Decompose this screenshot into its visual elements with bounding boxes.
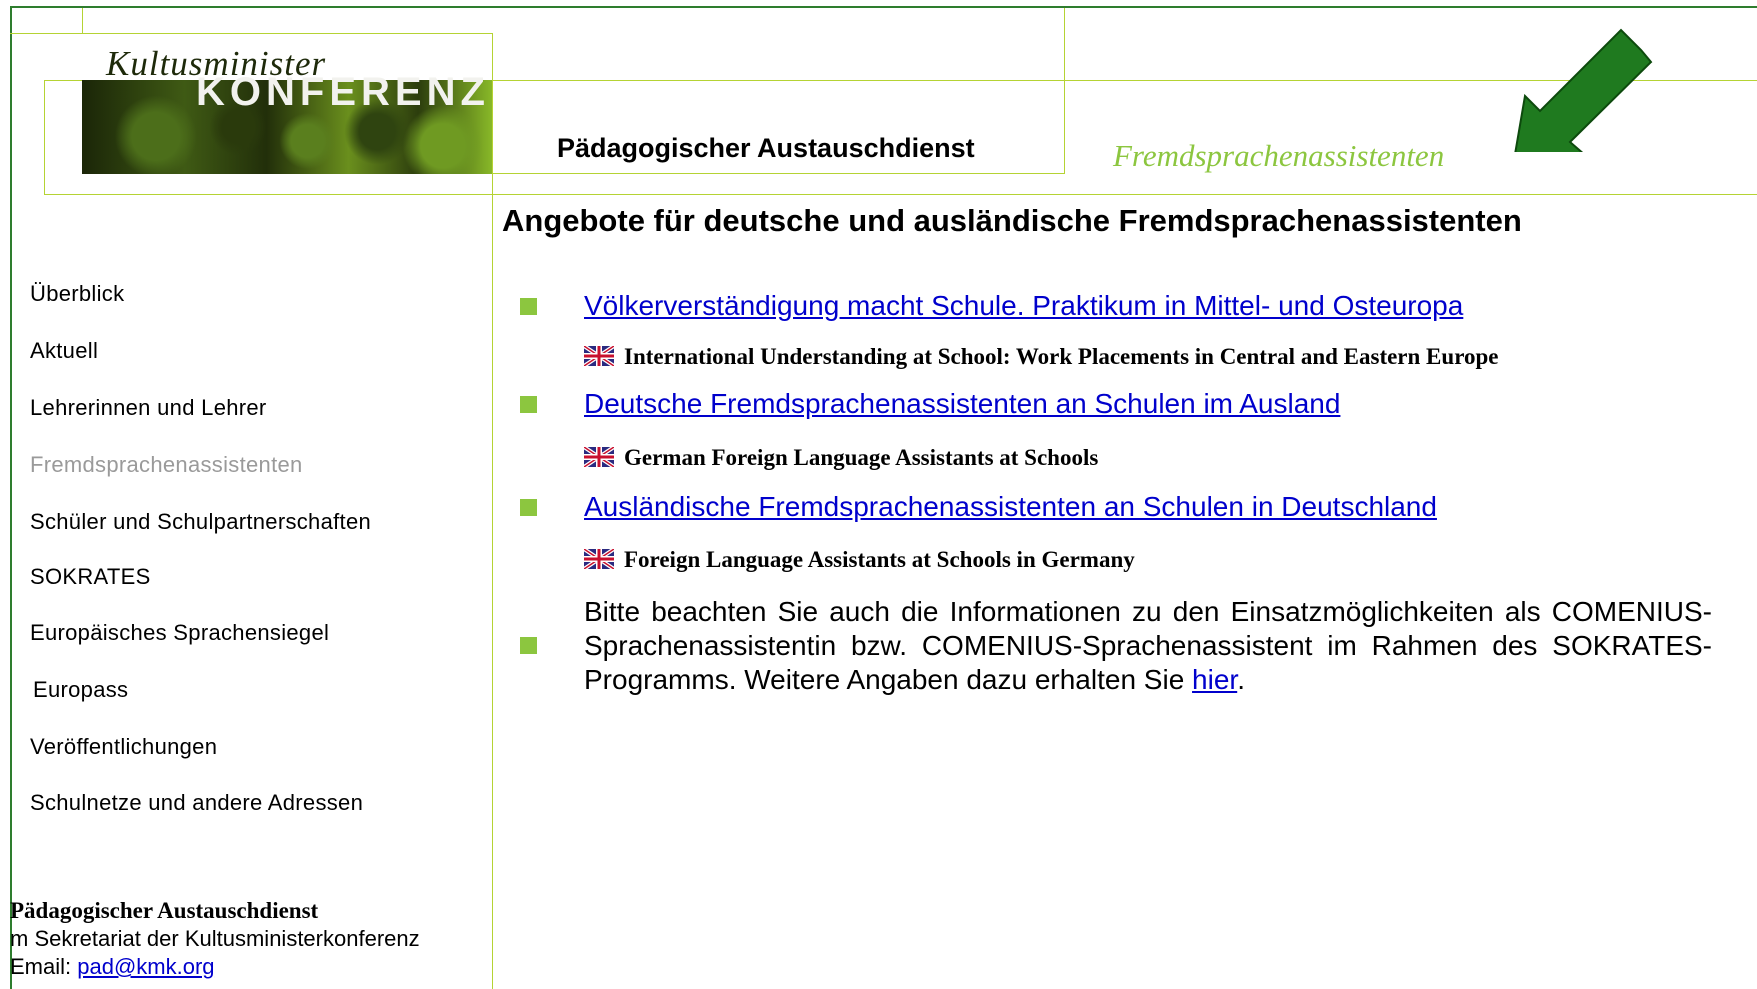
offer-english-text: Foreign Language Assistants at Schools i… — [624, 547, 1135, 572]
outer-border-top — [10, 6, 1757, 8]
sidebar-item-sprachensiegel[interactable]: Europäisches Sprachensiegel — [30, 620, 329, 646]
offer-link[interactable]: Ausländische Fremdsprachenassistenten an… — [584, 491, 1437, 523]
frame-line — [82, 8, 83, 33]
sidebar-item-schulnetze[interactable]: Schulnetze und andere Adressen — [30, 790, 363, 816]
frame-line — [10, 33, 492, 34]
header-title: Pädagogischer Austauschdienst — [557, 133, 975, 163]
sidebar-item-aktuell[interactable]: Aktuell — [30, 338, 98, 364]
uk-flag-icon — [584, 346, 614, 366]
footer-email-line: Email: pad@kmk.org — [10, 954, 215, 980]
green-arrow-icon — [1514, 28, 1653, 152]
outer-border-left — [10, 6, 12, 989]
offer-english-text: German Foreign Language Assistants at Sc… — [624, 445, 1099, 470]
footer-address: m Sekretariat der Kultusministerkonferen… — [10, 926, 420, 951]
note-end: . — [1237, 664, 1245, 695]
header-section-title: Fremdsprachenassistenten — [1113, 138, 1445, 173]
uk-flag-icon — [584, 549, 614, 569]
frame-line — [44, 80, 45, 194]
uk-flag-icon — [584, 447, 614, 467]
sidebar-item-lehrer[interactable]: Lehrerinnen und Lehrer — [30, 395, 267, 421]
sidebar-item-sokrates[interactable]: SOKRATES — [30, 564, 151, 590]
sidebar-item-schueler[interactable]: Schüler und Schulpartnerschaften — [30, 509, 371, 535]
bullet-square-icon — [520, 637, 537, 654]
footer-email-label: Email: — [10, 954, 78, 979]
sidebar-item-ueberblick[interactable]: Überblick — [30, 281, 124, 307]
frame-line — [1064, 8, 1065, 174]
footer-org-name: Pädagogischer Austauschdienst — [10, 898, 319, 923]
logo-konferenz-text: KONFERENZ — [196, 70, 490, 114]
offer-link[interactable]: Völkerverständigung macht Schule. Prakti… — [584, 290, 1463, 322]
bullet-square-icon — [520, 499, 537, 516]
page-heading: Angebote für deutsche und ausländische F… — [502, 203, 1522, 238]
offer-english-text: International Understanding at School: W… — [624, 344, 1499, 369]
footer-email-link[interactable]: pad@kmk.org — [77, 954, 214, 979]
frame-line — [492, 33, 493, 989]
bullet-square-icon — [520, 298, 537, 315]
sidebar-item-veroeffentlichungen[interactable]: Veröffentlichungen — [30, 734, 217, 760]
bullet-square-icon — [520, 396, 537, 413]
frame-line — [44, 194, 1757, 195]
note-text: Bitte beachten Sie auch die Informatione… — [584, 596, 1712, 695]
comenius-note: Bitte beachten Sie auch die Informatione… — [584, 595, 1712, 697]
offer-link[interactable]: Deutsche Fremdsprachenassistenten an Sch… — [584, 388, 1340, 420]
sidebar-item-europass[interactable]: Europass — [33, 677, 128, 703]
hier-link[interactable]: hier — [1192, 664, 1237, 695]
frame-line — [492, 173, 1064, 174]
sidebar-item-fremdsprachenassistenten[interactable]: Fremdsprachenassistenten — [30, 452, 303, 478]
